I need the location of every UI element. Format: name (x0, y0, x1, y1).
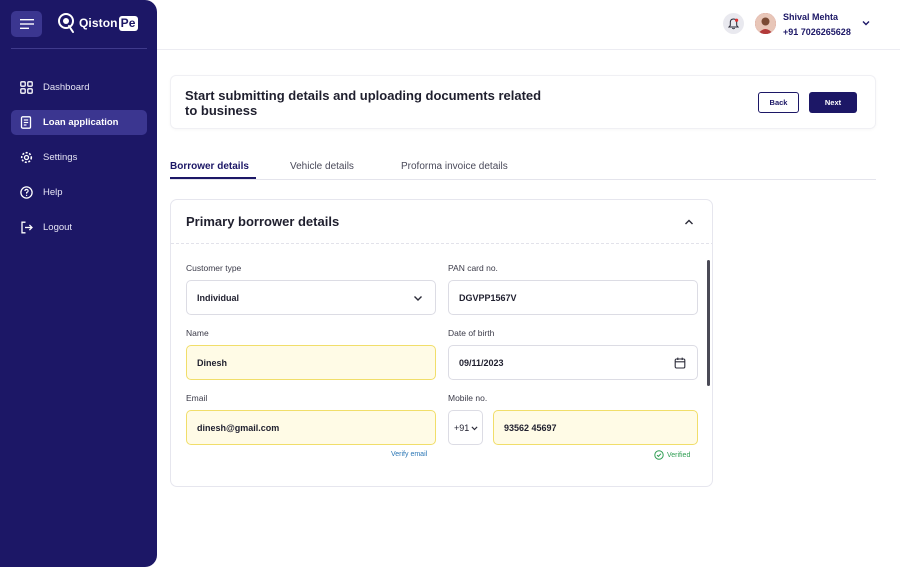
active-tab-indicator (170, 177, 256, 179)
chevron-down-icon (412, 292, 424, 304)
scrollbar[interactable] (707, 260, 710, 386)
pan-value: DGVPP1567V (459, 292, 517, 303)
pan-label: PAN card no. (448, 263, 498, 273)
brand-logo: Qiston Pe (56, 12, 138, 34)
name-input[interactable]: Dinesh (186, 345, 436, 380)
tab-borrower-details[interactable]: Borrower details (170, 161, 249, 172)
grid-icon (19, 81, 33, 95)
email-field[interactable]: dinesh@gmail.com (186, 410, 436, 445)
sidebar-item-label: Dashboard (43, 82, 90, 93)
bell-icon (728, 17, 739, 29)
name-value: Dinesh (197, 357, 228, 368)
tab-bar: Borrower details Vehicle details Proform… (170, 158, 876, 180)
verified-label: Verified (667, 451, 691, 459)
page-header-card: Start submitting details and uploading d… (170, 75, 876, 129)
mobile-label: Mobile no. (448, 393, 488, 403)
name-label: Name (186, 328, 209, 338)
country-code-value: +91 (454, 422, 470, 433)
qistonpe-logo-icon (58, 13, 74, 33)
dob-label: Date of birth (448, 328, 495, 338)
email-label: Email (186, 393, 208, 403)
user-phone: +91 7026265628 (783, 27, 851, 37)
user-name: Shival Mehta (783, 12, 839, 22)
check-circle-icon (654, 450, 664, 460)
gear-icon (19, 151, 33, 165)
tab-proforma-invoice-details[interactable]: Proforma invoice details (401, 161, 508, 172)
sidebar: Qiston Pe Dashboard Loan application Set… (0, 0, 157, 567)
card-title: Primary borrower details (186, 214, 340, 229)
brand-name: Qiston Pe (79, 15, 138, 31)
sidebar-item-label: Settings (43, 152, 78, 163)
page-title: Start submitting details and uploading d… (185, 88, 542, 118)
sidebar-item-logout[interactable]: Logout (11, 215, 147, 240)
sidebar-nav: Dashboard Loan application Settings Help (11, 75, 147, 250)
primary-borrower-card: Primary borrower details Customer type I… (170, 199, 713, 487)
document-icon (19, 116, 33, 130)
verify-email-link[interactable]: Verify email (391, 451, 427, 458)
sidebar-item-dashboard[interactable]: Dashboard (11, 75, 147, 100)
top-header: Shival Mehta +91 7026265628 (157, 0, 900, 50)
sidebar-item-help[interactable]: Help (11, 180, 147, 205)
app-root: Qiston Pe Dashboard Loan application Set… (0, 0, 900, 567)
country-code-select[interactable]: +91 (448, 410, 483, 445)
chevron-down-icon (470, 422, 479, 434)
hamburger-icon (19, 19, 34, 29)
calendar-icon[interactable] (674, 357, 686, 369)
sidebar-item-label: Logout (43, 222, 73, 233)
dob-value: 09/11/2023 (459, 357, 504, 368)
user-avatar-icon (755, 13, 776, 34)
menu-toggle-button[interactable] (11, 11, 42, 37)
logout-icon (19, 221, 33, 235)
back-button[interactable]: Back (758, 92, 799, 113)
verified-status: Verified (654, 450, 690, 460)
customer-type-select[interactable]: Individual (186, 280, 436, 315)
sidebar-item-label: Help (43, 187, 63, 198)
chevron-down-icon[interactable] (861, 18, 871, 28)
brand-name-main: Qiston (79, 16, 118, 30)
next-button[interactable]: Next (809, 92, 857, 113)
help-icon (19, 186, 33, 200)
brand-name-suffix: Pe (118, 15, 138, 31)
pan-input[interactable]: DGVPP1567V (448, 280, 698, 315)
mobile-number-input[interactable]: 93562 45697 (493, 410, 698, 445)
dob-input[interactable]: 09/11/2023 (448, 345, 698, 380)
mobile-number-value: 93562 45697 (504, 422, 557, 433)
avatar[interactable] (755, 13, 776, 34)
sidebar-item-label: Loan application (43, 117, 119, 128)
card-header: Primary borrower details (171, 200, 712, 244)
tab-vehicle-details[interactable]: Vehicle details (290, 161, 354, 172)
sidebar-divider (11, 48, 147, 49)
customer-type-label: Customer type (186, 263, 242, 273)
customer-type-value: Individual (197, 292, 240, 303)
sidebar-item-settings[interactable]: Settings (11, 145, 147, 170)
sidebar-item-loan-application[interactable]: Loan application (11, 110, 147, 135)
email-value: dinesh@gmail.com (197, 422, 280, 433)
notifications-button[interactable] (723, 13, 744, 34)
chevron-up-icon[interactable] (683, 216, 695, 228)
